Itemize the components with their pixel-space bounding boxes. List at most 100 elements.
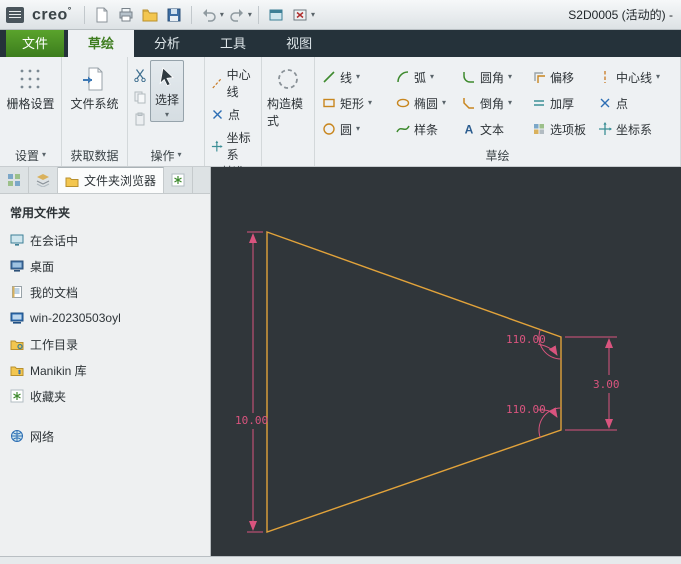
footer-get-data[interactable]: 获取数据 bbox=[62, 144, 127, 166]
chevron-down-icon[interactable]: ▾ bbox=[356, 73, 360, 81]
datum-csys-button[interactable]: 坐标系 bbox=[211, 129, 259, 163]
sketch-drawing: 10.00 3.00 110.00 110.00 bbox=[235, 231, 620, 533]
dimension-left[interactable]: 10.00 bbox=[235, 231, 268, 533]
folder-label: win-20230503oyl bbox=[30, 311, 121, 325]
tool-rectangle[interactable]: 矩形 ▾ bbox=[317, 90, 391, 116]
new-file-button[interactable] bbox=[91, 4, 113, 26]
rectangle-icon bbox=[323, 98, 335, 108]
button-label: 点 bbox=[228, 108, 241, 122]
folder-item-desktop[interactable]: 桌面 bbox=[0, 253, 210, 279]
tab-analysis[interactable]: 分析 bbox=[134, 30, 200, 57]
title-bar: creo° ▾ ▾ ▾ S2D0005 (活动的) - bbox=[0, 0, 681, 30]
construction-mode-button[interactable]: 构造模式 bbox=[262, 60, 314, 132]
spline-icon bbox=[396, 125, 410, 133]
tool-spline[interactable]: 样条 bbox=[391, 116, 457, 142]
divider bbox=[257, 5, 259, 24]
coordinate-system-icon bbox=[211, 140, 223, 151]
footer-construction bbox=[262, 144, 314, 166]
tool-circle[interactable]: 圆 ▾ bbox=[317, 116, 391, 142]
tool-ellipse[interactable]: 椭圆 ▾ bbox=[391, 90, 457, 116]
tool-fillet[interactable]: 圆角 ▾ bbox=[457, 64, 527, 90]
chevron-down-icon[interactable]: ▾ bbox=[508, 73, 512, 81]
chevron-down-icon[interactable]: ▾ bbox=[368, 99, 372, 107]
tool-label: 圆 bbox=[340, 122, 353, 137]
tool-palette[interactable]: 选项板 bbox=[527, 116, 593, 142]
tab-folder-browser[interactable]: 文件夹浏览器 bbox=[58, 167, 165, 193]
folder-label: 收藏夹 bbox=[30, 389, 67, 404]
tab-sketch[interactable]: 草绘 bbox=[68, 30, 135, 57]
tab-file[interactable]: 文件 bbox=[6, 30, 65, 57]
tool-label: 线 bbox=[340, 70, 353, 85]
cut-icon[interactable] bbox=[133, 68, 147, 82]
tool-point[interactable]: 点 bbox=[593, 90, 679, 116]
window-icon bbox=[269, 9, 283, 20]
redo-caret-icon[interactable]: ▾ bbox=[248, 10, 252, 19]
navigator-tabs: 文件夹浏览器 bbox=[0, 167, 210, 194]
paste-icon[interactable] bbox=[133, 112, 147, 126]
tool-line[interactable]: 线 ▾ bbox=[317, 64, 391, 90]
folder-list: 在会话中 桌面 我的文档 win-20230503oyl 工作目录 Maniki… bbox=[0, 227, 210, 449]
tool-centerline[interactable]: 中心线 ▾ bbox=[593, 64, 679, 90]
tab-view[interactable]: 视图 bbox=[266, 30, 332, 57]
button-label: 选择 bbox=[155, 93, 180, 107]
open-button[interactable] bbox=[139, 4, 161, 26]
button-label: 栅格设置 bbox=[6, 97, 55, 111]
close-icon bbox=[293, 9, 307, 20]
group-grid-settings: 栅格设置 设置 ▾ bbox=[0, 57, 62, 166]
footer-operations[interactable]: 操作 ▾ bbox=[128, 144, 204, 166]
tab-layer-tree[interactable] bbox=[29, 167, 58, 193]
tool-arc[interactable]: 弧 ▾ bbox=[391, 64, 457, 90]
datum-point-button[interactable]: 点 bbox=[211, 106, 240, 123]
grid-settings-button[interactable]: 栅格设置 bbox=[1, 60, 59, 115]
chevron-down-icon[interactable]: ▾ bbox=[442, 99, 446, 107]
tab-model-tree[interactable] bbox=[0, 167, 29, 193]
folder-item-working-directory[interactable]: 工作目录 bbox=[0, 331, 210, 357]
redo-button[interactable] bbox=[226, 4, 248, 26]
datum-centerline-button[interactable]: 中心线 bbox=[211, 66, 259, 100]
chevron-down-icon[interactable]: ▾ bbox=[508, 99, 512, 107]
document-title: S2D0005 (活动的) - bbox=[568, 8, 673, 22]
select-button[interactable]: 选择 ▾ bbox=[150, 60, 185, 122]
folder-item-network[interactable]: 网络 bbox=[0, 423, 210, 449]
app-menu-icon[interactable] bbox=[6, 6, 24, 23]
print-button[interactable] bbox=[115, 4, 137, 26]
close-window-button[interactable] bbox=[289, 4, 311, 26]
undo-caret-icon[interactable]: ▾ bbox=[220, 10, 224, 19]
tab-tools[interactable]: 工具 bbox=[200, 30, 266, 57]
footer-settings[interactable]: 设置 ▾ bbox=[0, 144, 61, 166]
folder-item-in-session[interactable]: 在会话中 bbox=[0, 227, 210, 253]
folder-item-my-documents[interactable]: 我的文档 bbox=[0, 279, 210, 305]
save-button[interactable] bbox=[163, 4, 185, 26]
group-sketch: 线 ▾ 矩形 ▾ 圆 ▾ 弧 ▾ 椭圆 ▾ 样条 圆角 ▾ 倒角 ▾ A 文本 … bbox=[315, 57, 681, 166]
tool-text[interactable]: A 文本 bbox=[457, 116, 527, 142]
tab-favorites[interactable] bbox=[164, 167, 194, 193]
folder-item-computer[interactable]: win-20230503oyl bbox=[0, 305, 210, 331]
customize-toolbar-caret-icon[interactable]: ▾ bbox=[311, 10, 315, 19]
chevron-down-icon: ▾ bbox=[177, 150, 182, 159]
folder-item-manikin-library[interactable]: Manikin 库 bbox=[0, 357, 210, 383]
tool-label: 点 bbox=[616, 96, 629, 111]
tool-chamfer[interactable]: 倒角 ▾ bbox=[457, 90, 527, 116]
tool-label: 倒角 bbox=[480, 96, 505, 111]
status-bar bbox=[0, 556, 681, 564]
copy-icon[interactable] bbox=[133, 90, 147, 104]
file-system-button[interactable]: 文件系统 bbox=[65, 60, 123, 115]
tool-label: 弧 bbox=[414, 70, 427, 85]
tool-thicken[interactable]: 加厚 bbox=[527, 90, 593, 116]
dimension-right[interactable]: 3.00 bbox=[565, 336, 620, 431]
folder-item-favorites[interactable]: 收藏夹 bbox=[0, 383, 210, 409]
window-button[interactable] bbox=[265, 4, 287, 26]
undo-button[interactable] bbox=[198, 4, 220, 26]
chevron-down-icon[interactable]: ▾ bbox=[430, 73, 434, 81]
tool-csys[interactable]: 坐标系 bbox=[593, 116, 679, 142]
tool-offset[interactable]: 偏移 bbox=[527, 64, 593, 90]
tool-label: 中心线 bbox=[616, 70, 653, 85]
tool-label: 选项板 bbox=[550, 122, 587, 137]
chevron-down-icon[interactable]: ▾ bbox=[656, 73, 660, 81]
common-folders-header: 常用文件夹 bbox=[10, 206, 71, 220]
ellipse-icon bbox=[396, 98, 410, 108]
sketch-canvas[interactable]: 10.00 3.00 110.00 110.00 bbox=[211, 167, 681, 556]
desktop-icon bbox=[10, 260, 24, 272]
chevron-down-icon[interactable]: ▾ bbox=[356, 125, 360, 133]
fillet-icon bbox=[463, 72, 474, 83]
